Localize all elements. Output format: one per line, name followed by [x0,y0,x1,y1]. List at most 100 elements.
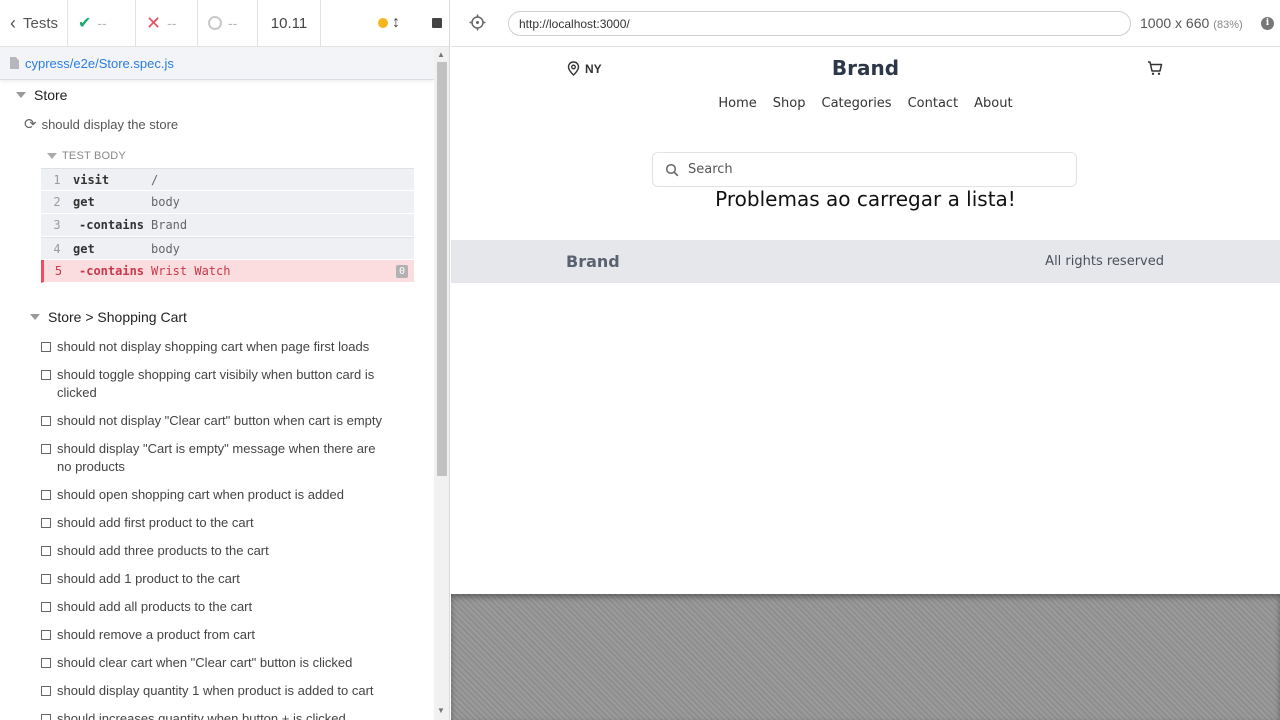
pending-checkbox-icon [41,546,51,556]
error-message: Problemas ao carregar a lista! [715,187,1016,211]
aut-iframe: NY Brand Home Shop Categories Contact About … [451,48,1280,594]
test-title: should toggle shopping cart visibily whe… [57,367,375,400]
check-icon: ✔ [78,15,92,32]
viewport-size: 1000 x 660 [1140,15,1210,31]
test-title: should add three products to the cart [57,543,269,558]
test-title: should open shopping cart when product i… [57,487,344,502]
test-item[interactable]: should add 1 product to the cart [41,570,391,588]
tests-label: Tests [23,14,59,32]
caret-down-icon [47,153,57,159]
footer-rights: All rights reserved [1045,254,1164,269]
command-name: -contains [79,218,145,232]
passed-count: ✔ -- [68,0,136,46]
reporter-header: ‹ Tests ✔ -- ✕ -- -- 10.11 ↕ [0,0,449,47]
test-title: should not display shopping cart when pa… [57,339,370,354]
test-body-header[interactable]: TEST BODY [47,148,126,164]
command-log: 1 visit / 2 get body 3 -contains Brand 4 get body 5 -… [41,168,414,283]
pending-checkbox-icon [41,658,51,668]
command-name: get [73,195,95,209]
search-input[interactable]: Search [652,152,1077,187]
element-count-badge: 0 [395,265,408,278]
nav-link-contact[interactable]: Contact [900,96,967,111]
test-item[interactable]: should open shopping cart when product i… [41,486,391,504]
nav-link-shop[interactable]: Shop [765,96,814,111]
selector-playground-crosshair-icon[interactable] [469,14,486,31]
failed-value: -- [167,15,177,31]
test-item[interactable]: should clear cart when "Clear cart" butt… [41,654,391,672]
suite-title: Store > Shopping Cart [48,309,187,325]
nav-link-about[interactable]: About [966,96,1020,111]
caret-down-icon [30,314,40,320]
pending-checkbox-icon [41,370,51,380]
nav-link-home[interactable]: Home [710,96,764,111]
passed-value: -- [97,15,107,31]
aut-header: http://localhost:3000/ 1000 x 660 (83%) … [451,0,1280,47]
pending-checkbox-icon [41,444,51,454]
url-text: http://localhost:3000/ [519,16,630,31]
test-title: should not display "Clear cart" button w… [57,413,382,428]
duration: 10.11 [258,0,321,46]
command-message: body [151,195,180,209]
test-body-label: TEST BODY [62,150,126,162]
command-number: 1 [53,172,61,187]
command-row[interactable]: 3 -contains Brand [41,214,414,237]
test-item[interactable]: should not display "Clear cart" button w… [41,412,391,430]
command-row[interactable]: 2 get body [41,191,414,214]
failed-count: ✕ -- [136,0,198,46]
test-item[interactable]: should display quantity 1 when product i… [41,682,391,700]
command-name: visit [73,172,110,187]
auto-scroll-toggle-icon[interactable]: ↕ [392,14,400,32]
test-should-display-store[interactable]: ⟳ should display the store [24,115,178,133]
chevron-left-icon: ‹ [10,12,16,33]
test-title: should add 1 product to the cart [57,571,240,586]
pending-checkbox-icon [41,686,51,696]
test-item[interactable]: should display "Cart is empty" message w… [41,440,391,476]
pending-value: -- [228,15,238,31]
test-title: should display the store [41,116,179,132]
suite-store[interactable]: Store [16,86,67,104]
pending-checkbox-icon [41,714,51,720]
test-item[interactable]: should add three products to the cart [41,542,391,560]
spec-path-link[interactable]: cypress/e2e/Store.spec.js [25,56,174,71]
test-title: should display quantity 1 when product i… [57,683,374,698]
run-controls: ↕ [321,0,449,46]
spec-bar: cypress/e2e/Store.spec.js [0,47,434,80]
test-title: should add all products to the cart [57,599,253,614]
test-item[interactable]: should not display shopping cart when pa… [41,338,391,356]
nav-link-categories[interactable]: Categories [814,96,900,111]
suite-shopping-cart[interactable]: Store > Shopping Cart [30,308,187,326]
command-row[interactable]: 4 get body [41,237,414,260]
pending-checkbox-icon [41,630,51,640]
test-item[interactable]: should add first product to the cart [41,514,391,532]
tests-back-button[interactable]: ‹ Tests [0,0,68,46]
command-message: / [151,172,159,187]
pending-checkbox-icon [41,490,51,500]
scroll-up-arrow-icon[interactable]: ▲ [437,50,445,59]
caret-down-icon [16,92,26,98]
pending-checkbox-icon [41,518,51,528]
shopping-cart-icon[interactable] [1147,60,1163,76]
scroll-down-arrow-icon[interactable]: ▼ [437,706,445,715]
command-number: 2 [53,195,61,209]
search-placeholder: Search [688,162,733,177]
test-item[interactable]: should increases quantity when button + … [41,710,391,720]
viewport-info: 1000 x 660 (83%) [1140,15,1243,31]
footer-brand[interactable]: Brand [566,252,620,271]
pending-checkbox-icon [41,602,51,612]
stop-icon[interactable] [432,18,442,28]
command-row[interactable]: 5 -contains Wrist Watch 0 [41,260,414,283]
url-bar[interactable]: http://localhost:3000/ [508,11,1131,36]
test-item[interactable]: should add all products to the cart [41,598,391,616]
test-item[interactable]: should remove a product from cart [41,626,391,644]
command-message: Wrist Watch [151,264,231,278]
pending-checkbox-icon [41,574,51,584]
app-footer: Brand All rights reserved [451,240,1280,283]
test-item[interactable]: should toggle shopping cart visibily whe… [41,366,391,402]
reporter-scrollbar-thumb[interactable] [437,62,447,476]
x-icon: ✕ [146,12,162,33]
info-icon[interactable]: i [1261,17,1274,30]
command-number: 4 [53,241,61,256]
running-indicator-icon [378,18,388,28]
command-row[interactable]: 1 visit / [41,168,414,191]
test-title: should remove a product from cart [57,627,255,642]
